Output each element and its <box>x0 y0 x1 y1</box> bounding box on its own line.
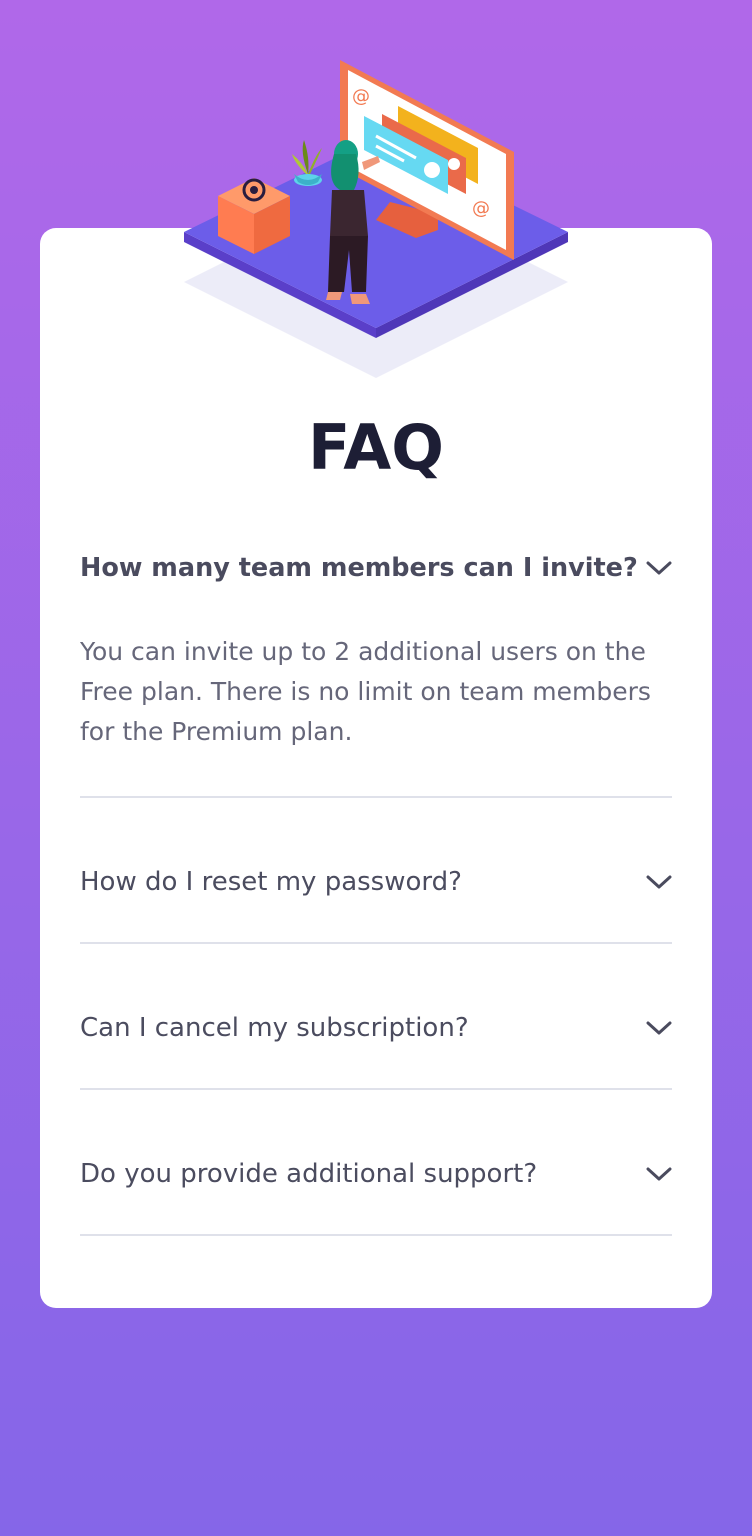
chevron-down-icon[interactable] <box>646 560 672 576</box>
faq-question-row[interactable]: How many team members can I invite? <box>80 538 672 598</box>
faq-question[interactable]: How many team members can I invite? <box>80 553 638 583</box>
chevron-down-icon[interactable] <box>646 1020 672 1036</box>
woman-online-illustration: @ @ <box>184 60 568 378</box>
faq-divider <box>80 942 672 944</box>
faq-question-row[interactable]: Can I cancel my subscription? <box>80 998 672 1058</box>
faq-question[interactable]: Can I cancel my subscription? <box>80 1013 469 1043</box>
faq-item-additional-support[interactable]: Do you provide additional support? <box>80 1144 672 1204</box>
faq-item-team-members[interactable]: How many team members can I invite? You … <box>80 538 672 752</box>
faq-question-row[interactable]: Do you provide additional support? <box>80 1144 672 1204</box>
faq-divider <box>80 1088 672 1090</box>
faq-question[interactable]: How do I reset my password? <box>80 867 462 897</box>
svg-text:@: @ <box>352 86 370 107</box>
faq-answer: You can invite up to 2 additional users … <box>80 637 651 746</box>
faq-question[interactable]: Do you provide additional support? <box>80 1159 537 1189</box>
faq-item-cancel-subscription[interactable]: Can I cancel my subscription? <box>80 998 672 1058</box>
svg-text:@: @ <box>472 198 490 219</box>
chevron-down-icon[interactable] <box>646 874 672 890</box>
faq-divider <box>80 796 672 798</box>
chevron-down-icon[interactable] <box>646 1166 672 1182</box>
faq-question-row[interactable]: How do I reset my password? <box>80 852 672 912</box>
page-title: FAQ <box>308 411 444 484</box>
faq-divider <box>80 1234 672 1236</box>
faq-item-reset-password[interactable]: How do I reset my password? <box>80 852 672 912</box>
